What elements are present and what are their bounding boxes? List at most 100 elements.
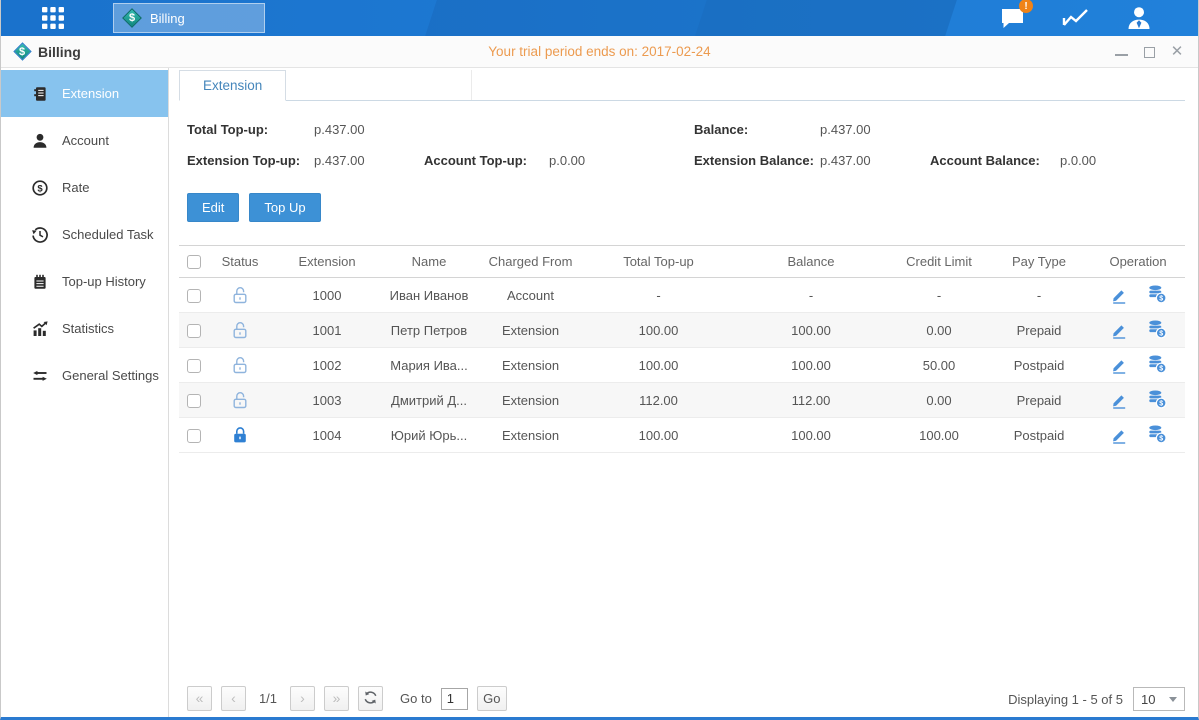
tab-extension[interactable]: Extension <box>179 70 286 101</box>
balance-summary: Total Top-up: p.437.00 Balance: p.437.00… <box>179 114 1185 176</box>
app-grid-icon[interactable] <box>39 4 67 32</box>
topbar-tab-label: Billing <box>150 11 185 26</box>
sidebar-item-label: Scheduled Task <box>62 227 154 242</box>
window-controls: ✕ <box>1114 36 1184 68</box>
billing-app-window: $ Billing ! <box>0 0 1199 720</box>
top-up-row-icon[interactable]: $ <box>1146 424 1168 444</box>
next-page-button[interactable]: › <box>290 686 315 711</box>
table-row: 1000 Иван Иванов Account - - - - <box>179 278 1185 313</box>
window-title-bar: $ Billing Your trial period ends on: 201… <box>1 36 1198 68</box>
charged-from-cell: Extension <box>475 313 586 348</box>
trial-period-message: Your trial period ends on: 2017-02-24 <box>1 44 1198 59</box>
column-header-credit-limit: Credit Limit <box>891 246 987 278</box>
sidebar-item-label: General Settings <box>62 368 159 383</box>
column-header-operation: Operation <box>1091 246 1185 278</box>
extension-table: Status Extension Name Charged From Total… <box>179 245 1185 453</box>
credit-limit-cell: - <box>891 278 987 313</box>
table-row: 1003 Дмитрий Д... Extension 112.00 112.0… <box>179 383 1185 418</box>
pay-type-cell: Prepaid <box>987 313 1091 348</box>
sidebar-item-topup-history[interactable]: Top-up History <box>1 258 168 305</box>
status-unlocked-icon <box>230 320 250 340</box>
pay-type-cell: Postpaid <box>987 418 1091 453</box>
go-button[interactable]: Go <box>477 686 507 711</box>
column-header-charged-from: Charged From <box>475 246 586 278</box>
edit-row-icon[interactable] <box>1108 425 1130 445</box>
edit-row-icon[interactable] <box>1108 285 1130 305</box>
svg-text:$: $ <box>37 183 43 194</box>
page-indicator: 1/1 <box>255 691 281 706</box>
minimize-icon[interactable] <box>1114 45 1128 59</box>
name-cell: Дмитрий Д... <box>383 383 475 418</box>
credit-limit-cell: 100.00 <box>891 418 987 453</box>
topbar-tab-billing[interactable]: $ Billing <box>113 3 265 33</box>
top-up-row-icon[interactable]: $ <box>1146 319 1168 339</box>
total-topup-cell: 112.00 <box>586 383 731 418</box>
transfer-arrows-icon <box>31 367 49 385</box>
select-all-checkbox[interactable] <box>187 255 201 269</box>
sidebar-item-statistics[interactable]: Statistics <box>1 305 168 352</box>
page-size-select[interactable]: 10 <box>1133 687 1185 711</box>
balance-cell: 100.00 <box>731 313 891 348</box>
balance-label: Balance: <box>694 122 820 137</box>
name-cell: Юрий Юрь... <box>383 418 475 453</box>
edit-row-icon[interactable] <box>1108 390 1130 410</box>
last-page-button[interactable]: » <box>324 686 349 711</box>
svg-text:$: $ <box>1159 400 1163 407</box>
row-checkbox[interactable] <box>187 289 201 303</box>
first-page-button[interactable]: « <box>187 686 212 711</box>
row-checkbox[interactable] <box>187 394 201 408</box>
refresh-icon[interactable] <box>358 686 383 711</box>
user-icon[interactable] <box>1124 3 1154 33</box>
goto-label: Go to <box>400 691 432 706</box>
tab-strip-spacer <box>286 70 472 100</box>
column-header-pay-type: Pay Type <box>987 246 1091 278</box>
chevron-down-icon <box>1169 697 1177 702</box>
top-up-row-icon[interactable]: $ <box>1146 389 1168 409</box>
top-up-button[interactable]: Top Up <box>249 193 320 222</box>
total-topup-cell: 100.00 <box>586 313 731 348</box>
billing-diamond-icon: $ <box>13 43 31 61</box>
topbar-decoration <box>695 0 957 36</box>
sidebar-item-extension[interactable]: Extension <box>1 70 168 117</box>
sidebar-item-label: Statistics <box>62 321 114 336</box>
svg-text:$: $ <box>1159 435 1163 442</box>
table-row: 1001 Петр Петров Extension 100.00 100.00… <box>179 313 1185 348</box>
goto-page-input[interactable] <box>441 688 468 710</box>
topbar-right-icons: ! <box>998 3 1154 33</box>
extension-cell: 1002 <box>271 348 383 383</box>
top-bar: $ Billing ! <box>1 0 1198 36</box>
row-checkbox[interactable] <box>187 324 201 338</box>
edit-row-icon[interactable] <box>1108 320 1130 340</box>
previous-page-button[interactable]: ‹ <box>221 686 246 711</box>
extension-cell: 1000 <box>271 278 383 313</box>
status-unlocked-icon <box>230 390 250 410</box>
sidebar-item-account[interactable]: Account <box>1 117 168 164</box>
balance-value: p.437.00 <box>820 122 930 137</box>
edit-button[interactable]: Edit <box>187 193 239 222</box>
row-checkbox[interactable] <box>187 359 201 373</box>
messages-icon[interactable]: ! <box>998 3 1028 33</box>
person-icon <box>31 132 49 150</box>
status-unlocked-icon <box>230 355 250 375</box>
top-up-row-icon[interactable]: $ <box>1146 354 1168 374</box>
status-locked-icon <box>230 425 250 445</box>
name-cell: Петр Петров <box>383 313 475 348</box>
resource-monitor-icon[interactable] <box>1061 3 1091 33</box>
pagination: « ‹ 1/1 › » Go to Go <box>187 686 507 711</box>
sidebar-item-general-settings[interactable]: General Settings <box>1 352 168 399</box>
maximize-icon[interactable] <box>1142 45 1156 59</box>
sidebar-item-label: Rate <box>62 180 89 195</box>
balance-cell: - <box>731 278 891 313</box>
sidebar-item-rate[interactable]: $ Rate <box>1 164 168 211</box>
pay-type-cell: Prepaid <box>987 383 1091 418</box>
window-title-text: Billing <box>38 44 81 60</box>
edit-row-icon[interactable] <box>1108 355 1130 375</box>
table-header-row: Status Extension Name Charged From Total… <box>179 246 1185 278</box>
tab-strip: Extension <box>179 70 1185 101</box>
row-checkbox[interactable] <box>187 429 201 443</box>
notepad-icon <box>31 273 49 291</box>
column-header-status: Status <box>209 246 271 278</box>
sidebar-item-scheduled-task[interactable]: Scheduled Task <box>1 211 168 258</box>
close-icon[interactable]: ✕ <box>1170 45 1184 59</box>
top-up-row-icon[interactable]: $ <box>1146 284 1168 304</box>
